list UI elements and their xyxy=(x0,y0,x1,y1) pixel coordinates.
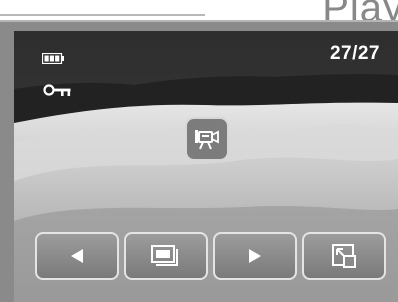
next-arrow-icon xyxy=(249,249,261,263)
key-lock-icon xyxy=(43,84,71,96)
previous-button[interactable] xyxy=(35,232,119,280)
playback-toolbar xyxy=(14,232,398,282)
photo-counter: 27/27 xyxy=(329,43,380,64)
header-divider xyxy=(0,14,205,16)
slideshow-icon xyxy=(151,245,178,266)
battery-full-icon xyxy=(42,53,64,64)
zoom-button[interactable] xyxy=(302,232,386,280)
slideshow-button[interactable] xyxy=(124,232,208,280)
zoom-magnify-icon xyxy=(332,244,356,268)
next-button[interactable] xyxy=(213,232,297,280)
previous-arrow-icon xyxy=(71,249,83,263)
movie-camera-icon xyxy=(185,117,229,161)
camera-playback-screen: Play 27/27 xyxy=(0,0,398,302)
